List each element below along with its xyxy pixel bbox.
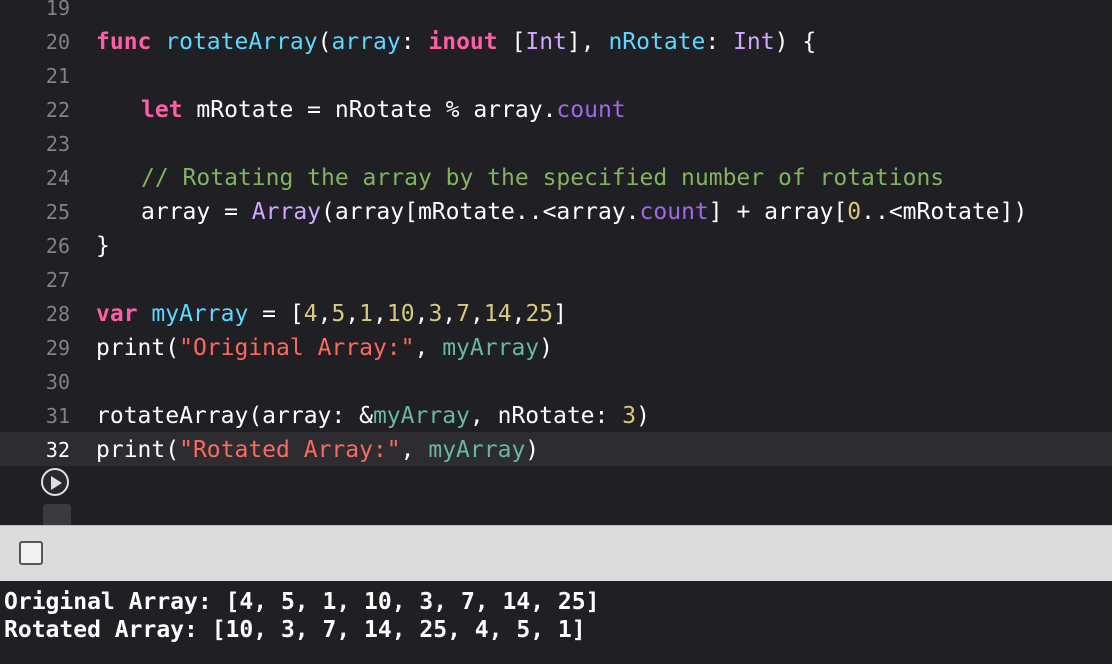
code-line-26[interactable]: } xyxy=(96,229,110,263)
line-number: 30 xyxy=(45,370,70,394)
line-number: 31 xyxy=(45,404,70,428)
play-circle-icon[interactable] xyxy=(41,468,69,496)
code-line-31[interactable]: rotateArray(array: &myArray, nRotate: 3) xyxy=(96,399,650,433)
line-number-gutter: 19 20 21 22 23 24 25 26 27 28 29 30 31 3… xyxy=(0,0,80,525)
code-editor[interactable]: 19 20 21 22 23 24 25 26 27 28 29 30 31 3… xyxy=(0,0,1112,525)
line-number: 20 xyxy=(45,30,70,54)
line-number: 24 xyxy=(45,166,70,190)
line-number: 21 xyxy=(45,64,70,88)
line-number: 26 xyxy=(45,234,70,258)
line-number: 27 xyxy=(45,268,70,292)
gutter-run-marker xyxy=(43,504,71,525)
console-output: Original Array: [4, 5, 1, 10, 3, 7, 14, … xyxy=(0,581,1112,664)
code-line-28[interactable]: var myArray = [4,5,1,10,3,7,14,25] xyxy=(96,297,567,331)
line-number: 28 xyxy=(45,302,70,326)
square-toggle-icon[interactable] xyxy=(19,541,43,565)
code-line-32[interactable]: print("Rotated Array:", myArray) xyxy=(96,433,539,467)
line-number: 23 xyxy=(45,132,70,156)
console-line: Rotated Array: [10, 3, 7, 14, 25, 4, 5, … xyxy=(4,617,586,643)
code-line-24[interactable]: // Rotating the array by the specified n… xyxy=(141,161,944,195)
code-line-22[interactable]: let mRotate = nRotate % array.count xyxy=(141,93,626,127)
code-line-20[interactable]: func rotateArray(array: inout [Int], nRo… xyxy=(96,25,816,59)
console-line: Original Array: [4, 5, 1, 10, 3, 7, 14, … xyxy=(4,589,600,615)
code-line-25[interactable]: array = Array(array[mRotate..<array.coun… xyxy=(141,195,1027,229)
line-number: 25 xyxy=(45,200,70,224)
code-line-29[interactable]: print("Original Array:", myArray) xyxy=(96,331,553,365)
line-number: 19 xyxy=(45,0,70,20)
line-number: 29 xyxy=(45,336,70,360)
line-number: 22 xyxy=(45,98,70,122)
line-number-active: 32 xyxy=(45,438,70,462)
debug-toolbar xyxy=(0,525,1112,581)
